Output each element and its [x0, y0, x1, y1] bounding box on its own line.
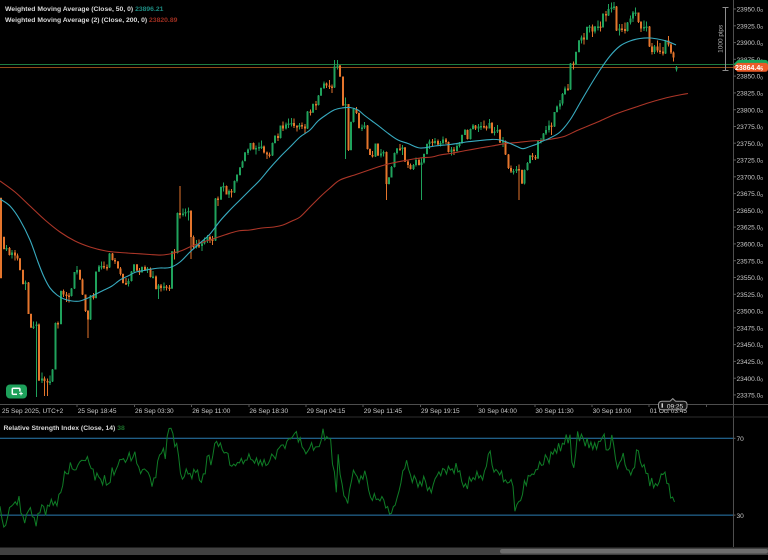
- svg-text:26 Sep 03:30: 26 Sep 03:30: [135, 408, 174, 415]
- svg-text:23625.00: 23625.00: [737, 225, 764, 232]
- svg-text:23500.00: 23500.00: [737, 309, 764, 316]
- svg-text:23825.00: 23825.00: [737, 91, 764, 98]
- svg-text:23775.00: 23775.00: [737, 124, 764, 131]
- svg-text:23550.00: 23550.00: [737, 275, 764, 282]
- svg-text:23600.00: 23600.00: [737, 242, 764, 249]
- svg-text:23675.00: 23675.00: [737, 191, 764, 198]
- svg-text:25 Sep 18:45: 25 Sep 18:45: [78, 408, 117, 415]
- svg-text:23750.00: 23750.00: [737, 141, 764, 148]
- svg-text:Weighted Moving Average (Close: Weighted Moving Average (Close, 50, 0) 2…: [5, 6, 164, 13]
- svg-text:23425.00: 23425.00: [737, 359, 764, 366]
- svg-text:23650.00: 23650.00: [737, 208, 764, 215]
- svg-text:23864.45: 23864.45: [735, 65, 763, 73]
- svg-text:29 Sep 19:15: 29 Sep 19:15: [421, 408, 460, 415]
- svg-text:29 Sep 04:15: 29 Sep 04:15: [307, 408, 346, 415]
- svg-text:30: 30: [737, 513, 745, 520]
- svg-text:Weighted Moving Average (2) (C: Weighted Moving Average (2) (Close, 200,…: [5, 17, 178, 24]
- svg-text:23800.00: 23800.00: [737, 107, 764, 114]
- svg-text:23850.00: 23850.00: [737, 74, 764, 81]
- svg-text:23375.00: 23375.00: [737, 393, 764, 400]
- svg-text:30 Sep 19:00: 30 Sep 19:00: [593, 408, 632, 415]
- svg-text:26 Sep 18:30: 26 Sep 18:30: [249, 408, 288, 415]
- svg-text:23475.00: 23475.00: [737, 325, 764, 332]
- svg-text:1000 pips: 1000 pips: [718, 24, 725, 53]
- svg-text:23450.00: 23450.00: [737, 342, 764, 349]
- svg-text:29 Sep 11:45: 29 Sep 11:45: [364, 408, 403, 415]
- svg-text:30 Sep 04:00: 30 Sep 04:00: [478, 408, 517, 415]
- svg-text:23575.00: 23575.00: [737, 258, 764, 265]
- svg-text:23950.00: 23950.00: [737, 7, 764, 14]
- svg-text:23900.00: 23900.00: [737, 40, 764, 47]
- svg-text:09:25: 09:25: [667, 403, 684, 410]
- svg-text:23400.00: 23400.00: [737, 376, 764, 383]
- svg-text:23525.00: 23525.00: [737, 292, 764, 299]
- svg-text:30 Sep 11:30: 30 Sep 11:30: [535, 408, 574, 415]
- svg-text:23925.00: 23925.00: [737, 23, 764, 30]
- svg-text:26 Sep 11:00: 26 Sep 11:00: [192, 408, 231, 415]
- svg-text:70: 70: [737, 436, 745, 443]
- svg-text:23725.00: 23725.00: [737, 158, 764, 165]
- svg-text:Relative Strength Index (Close: Relative Strength Index (Close, 14) 38: [4, 425, 125, 432]
- svg-text:23700.00: 23700.00: [737, 174, 764, 181]
- svg-text:25 Sep 2025, UTC+2: 25 Sep 2025, UTC+2: [2, 408, 64, 415]
